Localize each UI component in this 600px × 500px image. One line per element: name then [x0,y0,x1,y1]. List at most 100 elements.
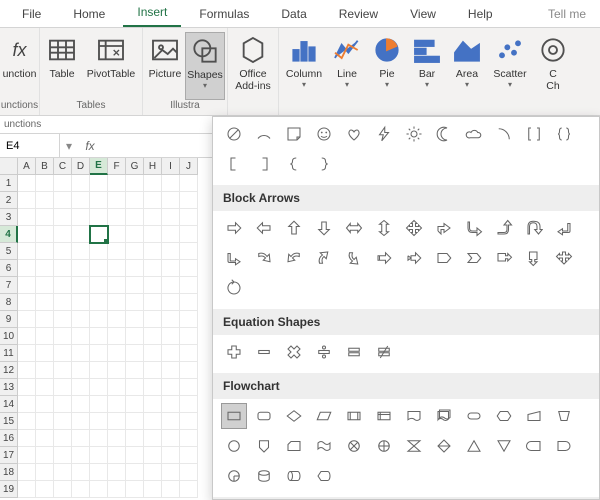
shape-foldcorner[interactable] [281,121,307,147]
cell[interactable] [126,294,144,311]
column-header[interactable]: I [162,158,180,175]
cell[interactable] [72,209,90,226]
cell[interactable] [162,260,180,277]
shape-dblbrace[interactable] [551,121,577,147]
shape-alur[interactable] [431,215,457,241]
name-box[interactable] [0,134,60,157]
cell[interactable] [180,464,198,481]
shape-fintern[interactable] [371,403,397,429]
cell[interactable] [18,277,36,294]
cell[interactable] [162,379,180,396]
cell[interactable] [126,447,144,464]
row-header[interactable]: 19 [0,481,18,498]
cell[interactable] [18,362,36,379]
cell[interactable] [162,294,180,311]
tab-file[interactable]: File [8,1,55,27]
office-addins-button[interactable]: Office Add-ins [230,32,276,100]
cell[interactable] [108,328,126,345]
cell[interactable] [54,447,72,464]
shape-acalloutq[interactable] [551,245,577,271]
shape-acurved[interactable] [341,245,367,271]
shape-neq[interactable] [371,339,397,365]
cell[interactable] [108,362,126,379]
tab-home[interactable]: Home [59,1,119,27]
row-header[interactable]: 1 [0,175,18,192]
shape-achev[interactable] [461,245,487,271]
tell-me[interactable]: Tell me [534,1,600,27]
cell[interactable] [36,464,54,481]
cell[interactable] [144,226,162,243]
cell[interactable] [72,328,90,345]
cell[interactable] [126,345,144,362]
cell[interactable] [162,481,180,498]
cell[interactable] [108,464,126,481]
cell[interactable] [108,277,126,294]
cell[interactable] [54,430,72,447]
cell[interactable] [72,413,90,430]
cell[interactable] [162,243,180,260]
cell[interactable] [108,481,126,498]
tab-insert[interactable]: Insert [123,0,181,27]
shape-aright[interactable] [221,215,247,241]
shape-fdelay[interactable] [551,433,577,459]
cell[interactable] [180,396,198,413]
shape-fdisp[interactable] [311,463,337,489]
cell[interactable] [144,345,162,362]
cell[interactable] [126,413,144,430]
column-header[interactable]: J [180,158,198,175]
row-header[interactable]: 18 [0,464,18,481]
cell[interactable] [144,464,162,481]
cell[interactable] [72,481,90,498]
cell[interactable] [162,328,180,345]
shape-moon[interactable] [431,121,457,147]
row-header[interactable]: 5 [0,243,18,260]
cell[interactable] [18,192,36,209]
row-header[interactable]: 8 [0,294,18,311]
area-chart-button[interactable]: Area▾ [447,32,487,100]
shape-bolt[interactable] [371,121,397,147]
cell[interactable] [36,345,54,362]
cell[interactable] [180,226,198,243]
namebox-dropdown-icon[interactable]: ▾ [60,139,78,153]
picture-button[interactable]: Picture [145,32,185,100]
cell[interactable] [180,362,198,379]
cell[interactable] [72,226,90,243]
shape-acurver[interactable] [251,245,277,271]
shape-smiley[interactable] [311,121,337,147]
cell[interactable] [18,379,36,396]
cell[interactable] [126,481,144,498]
cell[interactable] [144,209,162,226]
cell[interactable] [144,311,162,328]
cell[interactable] [144,447,162,464]
bar-chart-button[interactable]: Bar▾ [407,32,447,100]
column-header[interactable]: E [90,158,108,175]
cell[interactable] [54,464,72,481]
cell[interactable] [18,447,36,464]
shape-mult[interactable] [281,339,307,365]
column-header[interactable]: B [36,158,54,175]
cell[interactable] [180,345,198,362]
cell[interactable] [180,481,198,498]
cell[interactable] [54,311,72,328]
pivot-table-button[interactable]: PivotTable [82,32,140,100]
cell[interactable] [90,328,108,345]
shape-div[interactable] [311,339,337,365]
row-header[interactable]: 10 [0,328,18,345]
cell[interactable] [54,328,72,345]
cell[interactable] [36,260,54,277]
shape-acurvel[interactable] [281,245,307,271]
cell[interactable] [144,413,162,430]
cell[interactable] [162,311,180,328]
shape-fmanin[interactable] [521,403,547,429]
cell[interactable] [162,192,180,209]
shape-arc2[interactable] [491,121,517,147]
cell[interactable] [90,362,108,379]
cell[interactable] [126,175,144,192]
cell[interactable] [18,209,36,226]
shape-aretl[interactable] [551,215,577,241]
cell[interactable] [108,243,126,260]
shape-eq[interactable] [341,339,367,365]
cell[interactable] [108,396,126,413]
cell[interactable] [108,379,126,396]
shape-fproc[interactable] [221,403,247,429]
